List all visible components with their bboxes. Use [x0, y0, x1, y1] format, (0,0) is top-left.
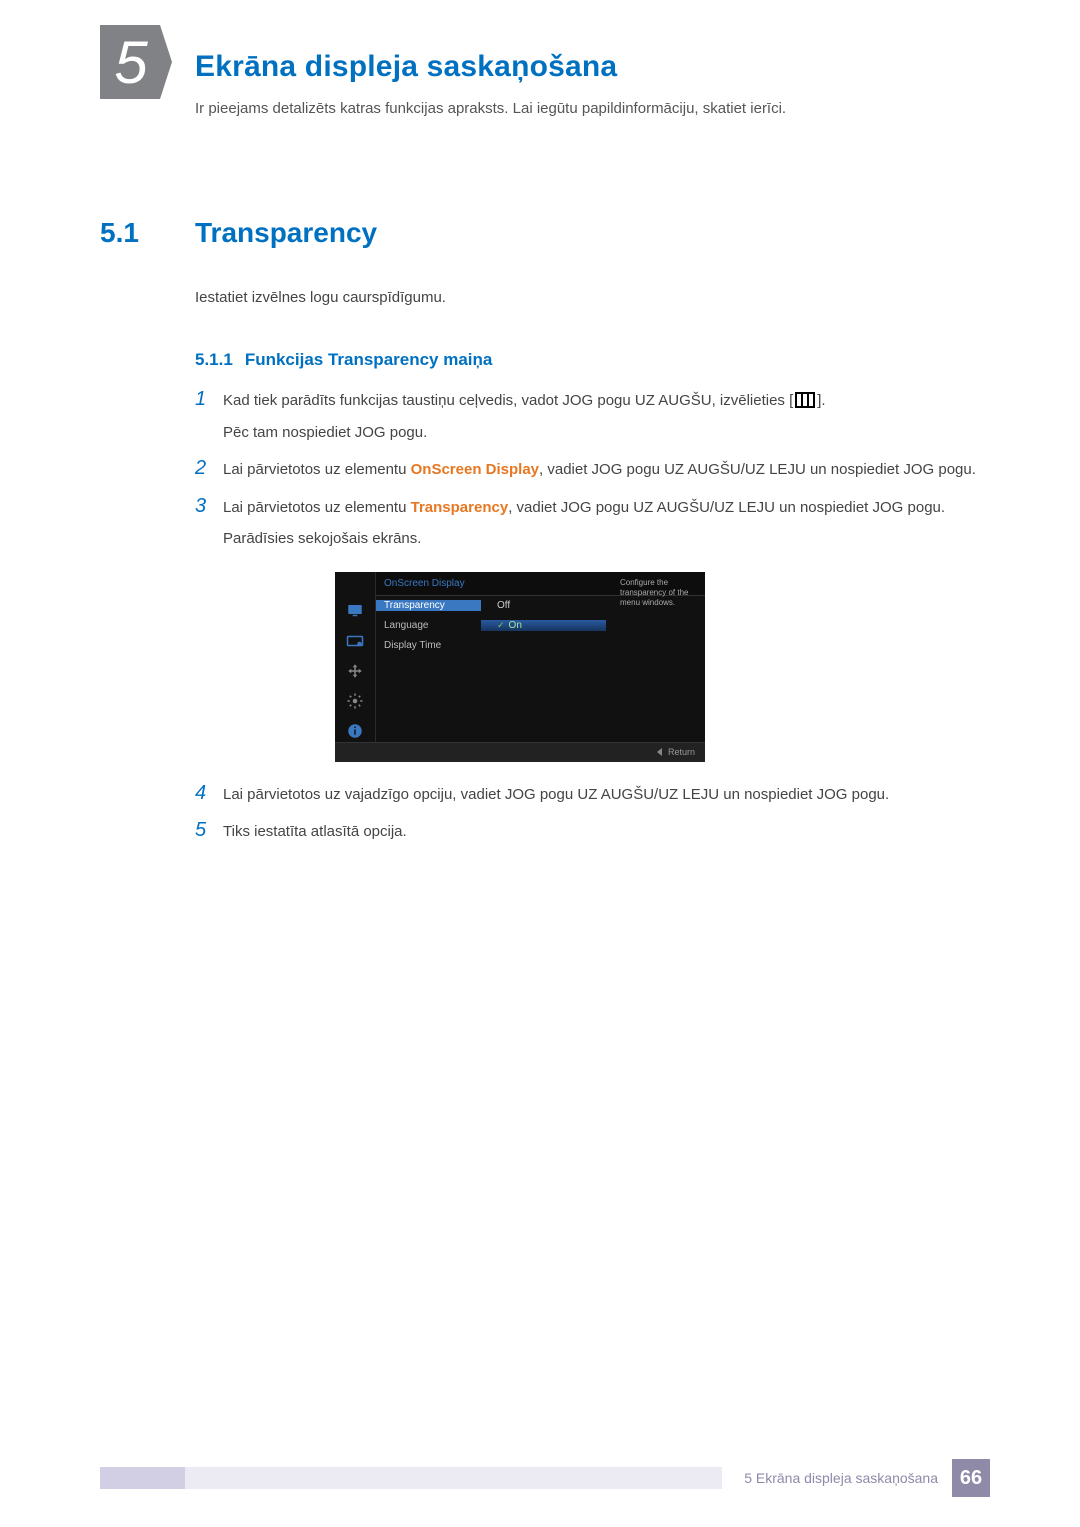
step-number: 4: [195, 782, 223, 808]
osd-icon-column: [335, 572, 375, 742]
osd-item-transparency[interactable]: Transparency: [376, 600, 481, 611]
footer-label: 5 Ekrāna displeja saskaņošana: [730, 1464, 952, 1492]
back-arrow-icon: [657, 748, 662, 756]
step-3: 3 Lai pārvietotos uz elementu Transparen…: [195, 495, 990, 552]
page-footer: 5 Ekrāna displeja saskaņošana 66: [100, 1459, 990, 1497]
text-part: , vadiet JOG pogu UZ AUGŠU/UZ LEJU un no…: [508, 499, 945, 516]
chapter-title: Ekrāna displeja saskaņošana: [195, 30, 990, 84]
step-5: 5 Tiks iestatīta atlasītā opcija.: [195, 819, 990, 845]
osd-value-on[interactable]: On: [481, 620, 606, 631]
subsection-title: Funkcijas Transparency maiņa: [245, 350, 493, 369]
text-part: Lai pārvietotos uz elementu: [223, 461, 411, 478]
keyword: OnScreen Display: [411, 461, 539, 478]
step-number: 3: [195, 495, 223, 552]
subsection-heading: 5.1.1 Funkcijas Transparency maiņa: [195, 350, 990, 370]
step-1: 1 Kad tiek parādīts funkcijas taustiņu c…: [195, 388, 990, 445]
monitor-icon: [345, 602, 365, 620]
step-text: Lai pārvietotos uz elementu Transparency…: [223, 495, 945, 552]
text-sub: Parādīsies sekojošais ekrāns.: [223, 526, 945, 552]
step-text: Kad tiek parādīts funkcijas taustiņu ceļ…: [223, 388, 826, 445]
text-sub: Pēc tam nospiediet JOG pogu.: [223, 420, 826, 446]
menu-icon: [795, 392, 815, 408]
osd-return-label[interactable]: Return: [668, 747, 695, 757]
footer-bar: [185, 1467, 722, 1489]
step-number: 1: [195, 388, 223, 445]
osd-value-off[interactable]: Off: [481, 600, 606, 611]
text-part: , vadiet JOG pogu UZ AUGŠU/UZ LEJU un no…: [539, 461, 976, 478]
osd-screenshot: OnScreen Display Transparency Off Langua…: [335, 572, 705, 762]
section-intro: Iestatiet izvēlnes logu caurspīdīgumu.: [195, 289, 990, 306]
subsection-number: 5.1.1: [195, 350, 233, 370]
chapter-intro: Ir pieejams detalizēts katras funkcijas …: [195, 100, 990, 117]
step-text: Lai pārvietotos uz elementu OnScreen Dis…: [223, 457, 976, 483]
osd-item-language[interactable]: Language: [376, 620, 481, 631]
text-part: ].: [817, 392, 825, 409]
section-title: Transparency: [195, 217, 377, 249]
osd-footer: Return: [335, 742, 705, 762]
resize-icon: [345, 662, 365, 680]
text-part: Lai pārvietotos uz elementu: [223, 499, 411, 516]
osd-hint: Configure the transparency of the menu w…: [618, 574, 703, 612]
page-number: 66: [952, 1459, 990, 1497]
section-number: 5.1: [100, 217, 195, 249]
chapter-number: 5: [100, 25, 160, 99]
step-text: Lai pārvietotos uz vajadzīgo opciju, vad…: [223, 782, 889, 808]
osd-item-displaytime[interactable]: Display Time: [376, 640, 481, 651]
osd-selected-icon: [345, 632, 365, 650]
step-number: 5: [195, 819, 223, 845]
step-4: 4 Lai pārvietotos uz vajadzīgo opciju, v…: [195, 782, 990, 808]
info-icon: [345, 722, 365, 740]
keyword: Transparency: [411, 499, 509, 516]
gear-icon: [345, 692, 365, 710]
footer-accent: [100, 1467, 185, 1489]
step-number: 2: [195, 457, 223, 483]
step-2: 2 Lai pārvietotos uz elementu OnScreen D…: [195, 457, 990, 483]
step-text: Tiks iestatīta atlasītā opcija.: [223, 819, 407, 845]
text-part: Kad tiek parādīts funkcijas taustiņu ceļ…: [223, 392, 793, 409]
